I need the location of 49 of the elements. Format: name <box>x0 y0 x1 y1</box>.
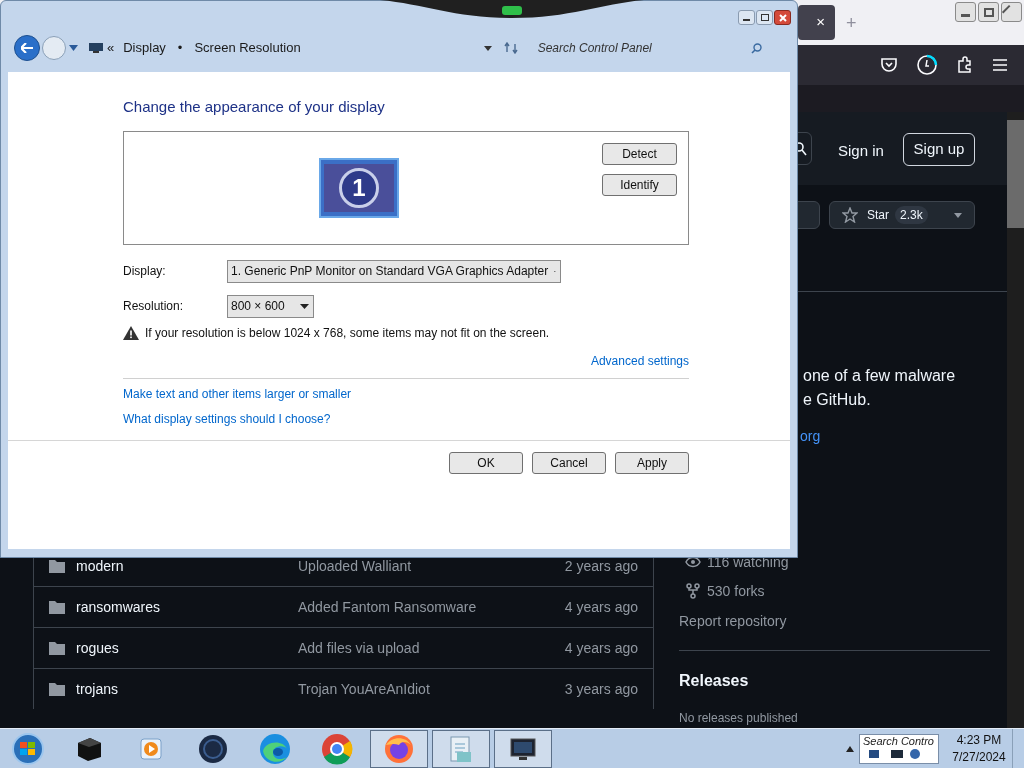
monitor-thumbnail[interactable]: 1 <box>319 157 399 218</box>
commit-age: 2 years ago <box>563 556 638 576</box>
breadcrumb-item[interactable]: Screen Resolution <box>194 38 301 58</box>
commit-message[interactable]: Uploaded Walliant <box>298 555 548 577</box>
website-link[interactable]: org <box>800 426 821 447</box>
file-name[interactable]: rogues <box>76 637 298 659</box>
commit-message[interactable]: Add files via upload <box>298 637 548 659</box>
field-label: Resolution: <box>123 298 185 315</box>
commit-age: 4 years ago <box>563 638 638 658</box>
file-name[interactable]: modern <box>76 555 298 577</box>
file-name[interactable]: trojans <box>76 678 298 700</box>
star-label: Star <box>867 207 889 224</box>
commit-age: 4 years ago <box>563 597 638 617</box>
star-button[interactable]: Star 2.3k <box>829 201 975 229</box>
warning-text: If your resolution is below 1024 x 768, some items may not fit on the screen. <box>145 324 550 342</box>
commit-message[interactable]: Trojan YouAreAnIdiot <box>298 678 548 700</box>
page-heading: Change the appearance of your display <box>123 97 385 117</box>
file-name[interactable]: ransomwares <box>76 596 298 618</box>
commit-message[interactable]: Added Fantom Ransomware <box>298 596 548 618</box>
dropdown[interactable]: 800 × 600 <box>227 294 314 318</box>
sign-up-button[interactable]: Sign up <box>903 133 975 166</box>
breadcrumb-separator[interactable]: • <box>177 38 183 58</box>
sign-in-link[interactable]: Sign in <box>838 140 884 163</box>
description-line: one of a few malware <box>803 366 956 386</box>
releases-heading[interactable]: Releases <box>679 669 749 693</box>
description-line: e GitHub. <box>803 390 871 410</box>
side-button[interactable]: Detect <box>602 142 677 165</box>
dialog-button[interactable]: Cancel <box>532 451 606 474</box>
window-thumbnail[interactable]: Search Contro <box>859 733 939 764</box>
stat-label[interactable]: 530 forks <box>707 580 765 602</box>
browser-tab[interactable]: × <box>798 5 835 40</box>
tab-close-button[interactable]: × <box>816 11 825 34</box>
no-releases-text: No releases published <box>679 710 798 727</box>
help-link[interactable]: Make text and other items larger or smaller <box>123 384 352 403</box>
advanced-settings-link[interactable]: Advanced settings <box>590 351 689 370</box>
dropdown[interactable]: 1. Generic PnP Monitor on Standard VGA Graphics Adapter <box>227 259 561 283</box>
monitor-number: 1 <box>339 167 379 208</box>
search-field[interactable]: Search Control Panel <box>529 36 770 60</box>
breadcrumb-overflow[interactable]: « <box>107 38 115 58</box>
dialog-button[interactable]: OK <box>449 451 523 474</box>
report-link[interactable]: Report repository <box>679 611 787 632</box>
side-button[interactable]: Identify <box>602 173 677 196</box>
help-link[interactable]: What display settings should I choose? <box>123 409 331 428</box>
dialog-button[interactable]: Apply <box>615 451 689 474</box>
breadcrumb-item[interactable]: Display <box>123 38 166 58</box>
clock[interactable]: 4:23 PM 7/27/2024 <box>947 731 1011 766</box>
field-label: Display: <box>123 263 167 280</box>
star-count: 2.3k <box>895 206 928 224</box>
commit-age: 3 years ago <box>563 679 638 699</box>
